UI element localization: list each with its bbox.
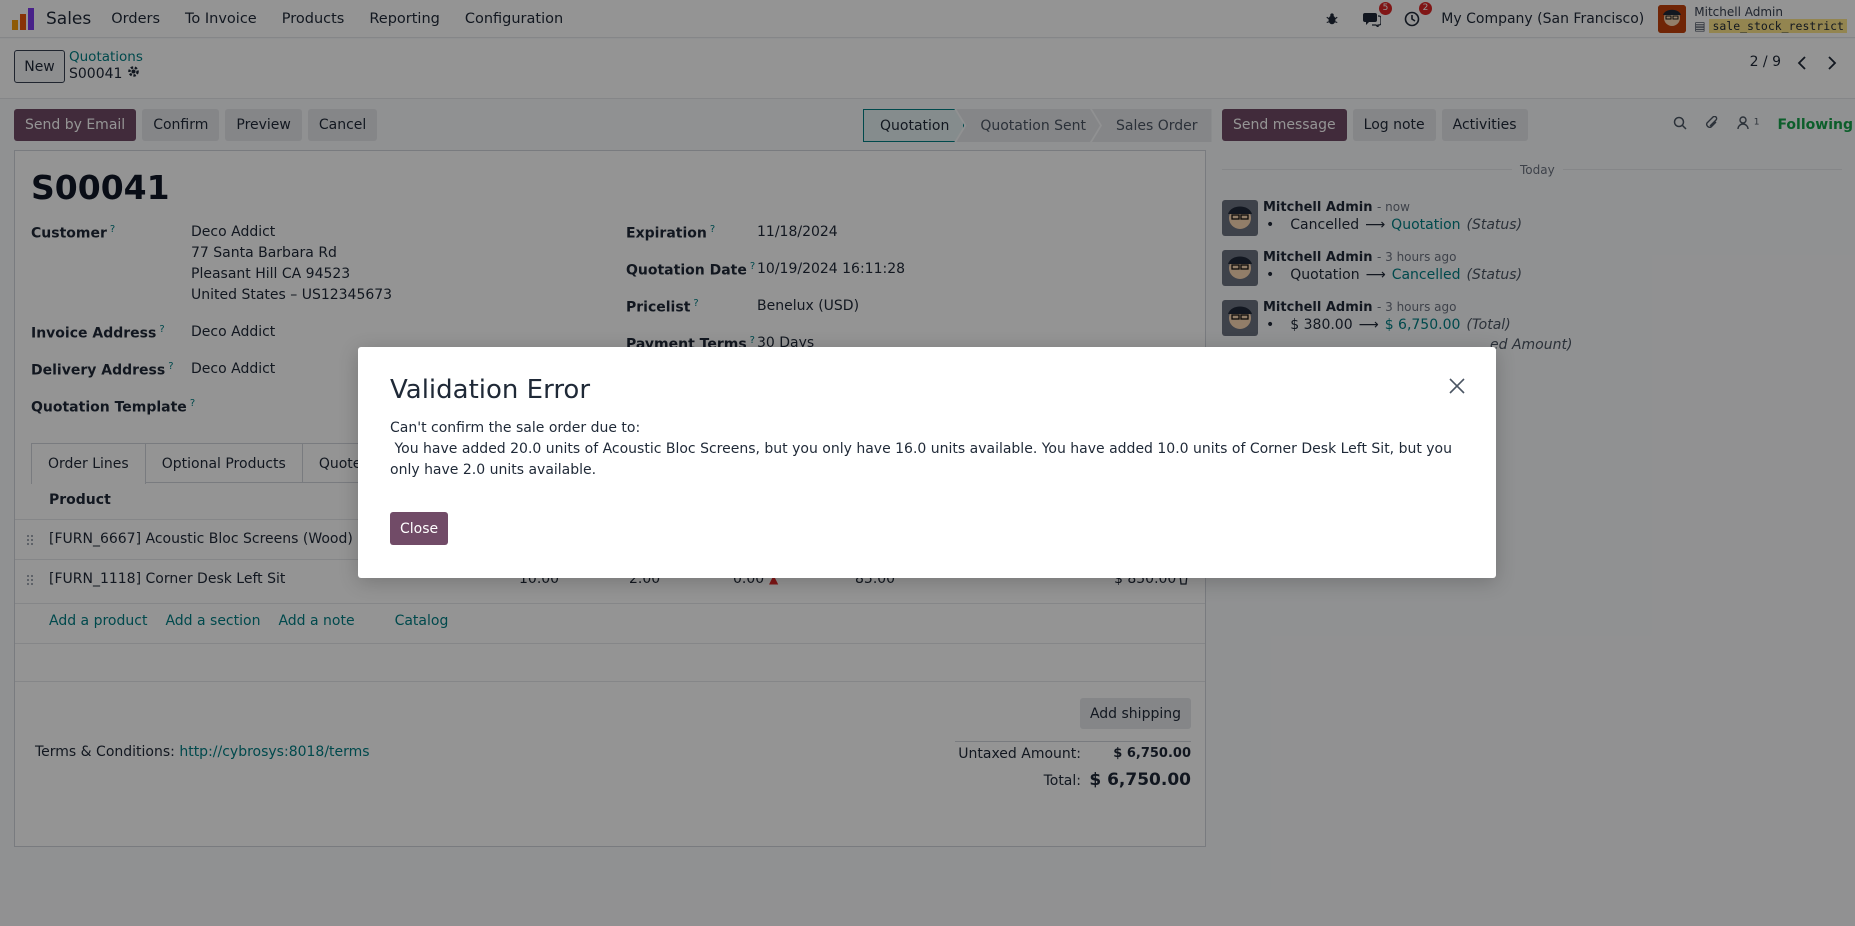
validation-error-dialog: Validation Error Can't confirm the sale … [358, 347, 1496, 578]
dialog-title: Validation Error [390, 375, 591, 405]
close-button[interactable]: Close [390, 512, 449, 545]
close-icon[interactable] [1448, 377, 1466, 395]
dialog-message: Can't confirm the sale order due to: You… [390, 420, 1452, 478]
